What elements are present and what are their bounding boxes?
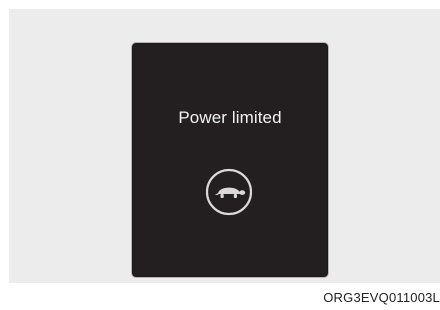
image-code-label: ORG3EVQ011003L	[323, 290, 440, 305]
cluster-display: Power limited	[132, 43, 328, 277]
power-limited-message: Power limited	[178, 108, 282, 127]
turtle-icon	[205, 168, 253, 216]
